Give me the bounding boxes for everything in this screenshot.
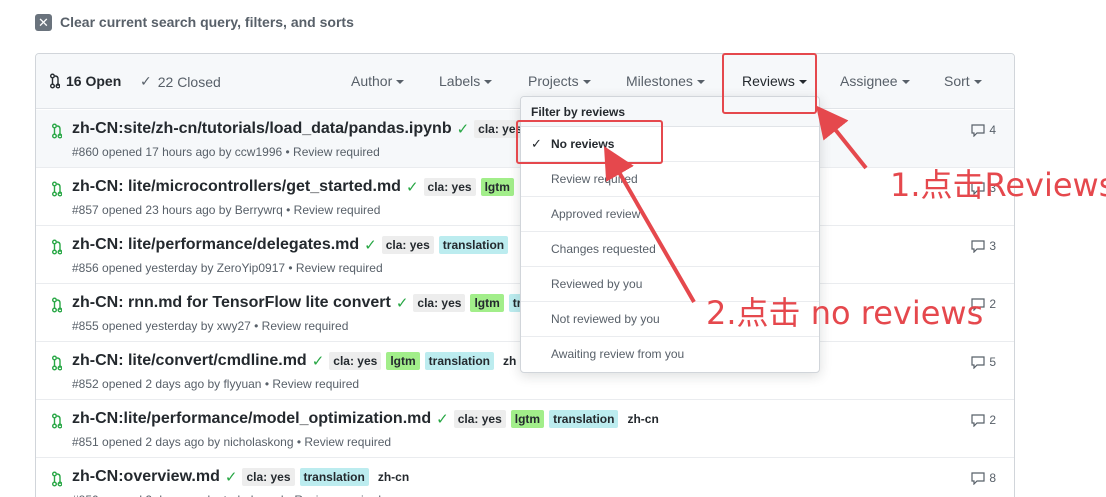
arrow-to-reviews [816, 105, 868, 170]
annotation-arrows [603, 105, 868, 304]
arrow-to-no-reviews [603, 146, 696, 304]
